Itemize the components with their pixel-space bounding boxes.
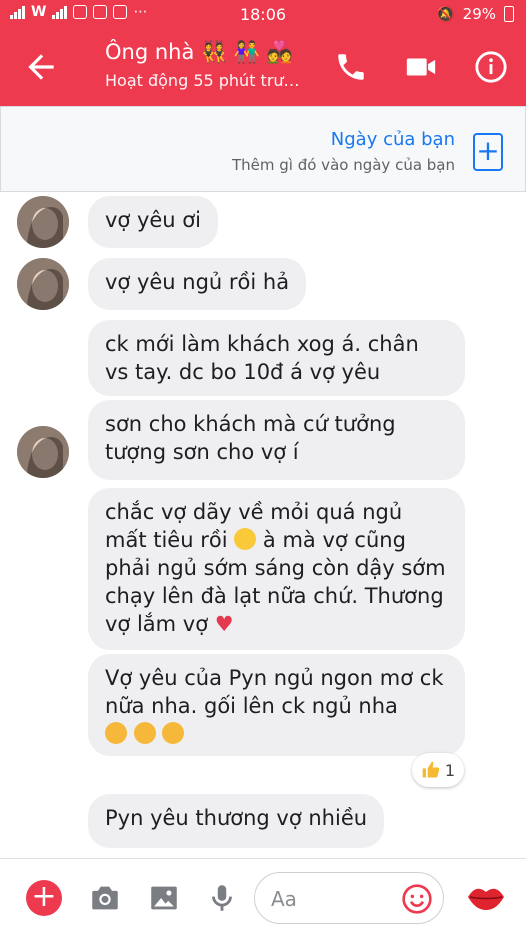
your-day-title[interactable]: Ngày của bạn bbox=[331, 129, 455, 150]
info-icon[interactable] bbox=[474, 50, 508, 84]
message-bubble[interactable]: Vợ yêu của Pyn ngủ ngon mơ ck nữa nha. g… bbox=[88, 654, 465, 756]
active-status: Hoạt động 55 phút trư… bbox=[105, 71, 300, 90]
heart-icon: ♥ bbox=[214, 612, 234, 636]
message-bubble[interactable]: vợ yêu ơi bbox=[88, 196, 218, 248]
kissing-face-icon bbox=[162, 722, 185, 744]
status-bar: W ⋯ 18:06 🔕 29% bbox=[0, 0, 526, 28]
message-input[interactable] bbox=[269, 883, 393, 915]
contact-avatar[interactable] bbox=[17, 426, 69, 478]
mute-icon: 🔕 bbox=[435, 5, 455, 23]
phone-call-icon[interactable] bbox=[334, 50, 368, 84]
grinning-emoji-icon bbox=[234, 528, 257, 550]
message-composer[interactable] bbox=[254, 872, 444, 924]
your-day-subtitle: Thêm gì đó vào ngày của bạn bbox=[231, 156, 455, 174]
contact-avatar[interactable] bbox=[17, 196, 69, 248]
chat-header: Ông nhà 👯 👫 💑 Hoạt động 55 phút trư… bbox=[0, 28, 526, 106]
emoji-picker-icon[interactable] bbox=[401, 883, 433, 915]
battery-level: 29% bbox=[462, 5, 496, 23]
message-text: ck mới làm khách xog á. chân vs tay. dc … bbox=[105, 332, 419, 384]
message-bubble[interactable]: vợ yêu ngủ rồi hả bbox=[88, 258, 307, 310]
more-actions-plus-icon[interactable]: + bbox=[26, 880, 62, 916]
message-text: Vợ yêu của Pyn ngủ ngon mơ ck nữa nha. g… bbox=[105, 666, 444, 718]
message-bubble[interactable]: Pyn yêu thương vợ nhiều bbox=[88, 794, 385, 848]
message-text: sơn cho khách mà cứ tưởng tượng sơn cho … bbox=[105, 412, 396, 464]
gallery-icon[interactable] bbox=[147, 881, 181, 915]
kiss-lips-icon[interactable] bbox=[466, 877, 506, 917]
message-bubble[interactable]: ck mới làm khách xog á. chân vs tay. dc … bbox=[88, 320, 465, 396]
your-day-banner[interactable]: Ngày của bạn Thêm gì đó vào ngày của bạn… bbox=[0, 106, 526, 192]
kissing-face-icon bbox=[133, 722, 156, 744]
status-right: 🔕 29% bbox=[436, 5, 514, 23]
video-call-icon[interactable] bbox=[404, 50, 438, 84]
battery-icon bbox=[504, 6, 514, 22]
kissing-face-icon bbox=[105, 722, 127, 744]
add-to-day-button[interactable]: + bbox=[473, 133, 503, 171]
reaction-count: 1 bbox=[444, 760, 456, 780]
contact-name[interactable]: Ông nhà 👯 👫 💑 bbox=[105, 40, 293, 65]
thumbs-up-icon bbox=[422, 761, 440, 778]
message-text: Pyn yêu thương vợ nhiều bbox=[105, 806, 368, 830]
message-text: vợ yêu ngủ rồi hả bbox=[105, 270, 290, 294]
message-reaction[interactable]: 1 bbox=[412, 753, 464, 787]
message-bubble[interactable]: chắc vợ dãy về mỏi quá ngủ mất tiêu rồi … bbox=[88, 488, 465, 650]
contact-avatar[interactable] bbox=[17, 258, 69, 310]
camera-icon[interactable] bbox=[88, 881, 122, 915]
microphone-icon[interactable] bbox=[205, 881, 239, 915]
back-arrow-icon[interactable] bbox=[22, 48, 60, 86]
message-bubble[interactable]: sơn cho khách mà cứ tưởng tượng sơn cho … bbox=[88, 400, 465, 480]
message-text: vợ yêu ơi bbox=[105, 208, 201, 232]
composer-bar: + bbox=[0, 858, 526, 936]
